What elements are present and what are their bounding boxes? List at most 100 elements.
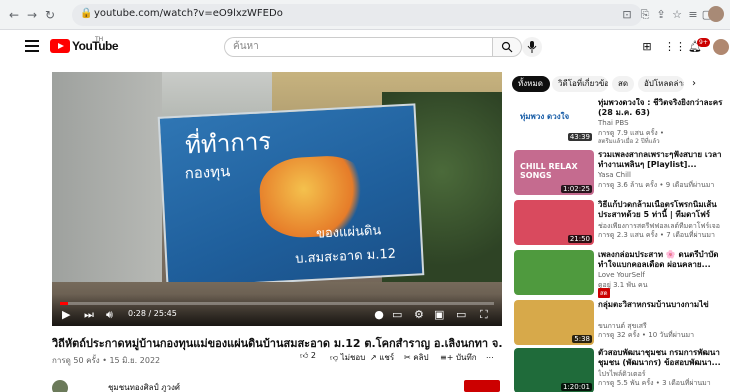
next-video-icon[interactable]: ⏭ — [84, 308, 94, 322]
dislike-button[interactable]: 👎︎ ไม่ชอบ — [330, 351, 365, 364]
subscribe-button[interactable] — [464, 380, 500, 392]
recommendation-channel[interactable]: Yasa Chill — [598, 171, 728, 179]
scissors-icon: ✂ — [404, 353, 411, 362]
recommendation-title[interactable]: กลุ่มตะวิสาหกรมบ้านบางกามไข่ — [598, 300, 728, 320]
recommendation-channel[interactable]: Thai PBS — [598, 119, 728, 127]
chip-0[interactable]: ทั้งหมด — [512, 76, 550, 92]
play-icon[interactable]: ▶ — [62, 308, 70, 322]
miniplayer-icon[interactable]: ▣ — [434, 308, 444, 322]
recommendation-meta-secondary: สตรีมแล้วเมื่อ 2 ปีที่แล้ว — [598, 138, 660, 145]
live-badge: สด — [598, 288, 610, 298]
lock-icon: 🔒 — [80, 8, 93, 19]
thumbs-up-icon: 👍︎ — [300, 351, 309, 360]
account-avatar[interactable] — [713, 39, 729, 55]
save-button[interactable]: ≡+ บันทึก — [440, 351, 477, 364]
recommendation-title[interactable]: ทุ่มพวงดวงใจ : ชีวิตจริงยิ่งกว่าละคร (28… — [598, 98, 728, 118]
region-code: TH — [95, 36, 104, 43]
recommendation-title[interactable]: รวมเพลงสากลเพราะๆฟังสบาย เวลาทำงานเพลินๆ… — [598, 150, 728, 170]
clip-button[interactable]: ✂ คลิป — [404, 351, 429, 364]
browser-toolbar: ← → ↻ 🔒 youtube.com/watch?v=eO9lxzWFEDo … — [0, 0, 730, 30]
recommendation-item[interactable]: 21:50 วิธีแก้ปวดกล้ามเนื้อตรโพรกนิ่มเส้นป… — [514, 200, 730, 248]
chip-1[interactable]: วิดีโอที่เกี่ยวข้อง — [552, 76, 608, 92]
fullscreen-icon[interactable]: ⛶ — [480, 308, 488, 322]
menu-icon[interactable] — [25, 40, 39, 52]
recommendation-item[interactable]: เพลงกล่อมประสาท 🌸 ดนตรีบำบัด ทำใจแบกคอลเ… — [514, 250, 730, 298]
recommendation-thumbnail[interactable]: ทุ่มพวง ดวงใจ 43:39 — [514, 98, 594, 143]
address-bar[interactable]: 🔒 youtube.com/watch?v=eO9lxzWFEDo — [72, 4, 642, 26]
reload-icon[interactable]: ↻ — [42, 7, 58, 23]
share-page-icon[interactable]: ⇪ — [654, 8, 668, 22]
recommendation-thumbnail[interactable]: CHILL RELAX SONGS 1:02:25 — [514, 150, 594, 195]
volume-icon[interactable]: 🔊︎ — [106, 308, 113, 322]
youtube-logo-icon[interactable] — [50, 39, 70, 53]
sign-text-line2: กองทุน — [184, 162, 231, 183]
subtitles-icon[interactable]: ▭ — [392, 308, 402, 322]
search-button[interactable] — [492, 37, 522, 57]
microphone-icon — [527, 41, 537, 53]
video-title: วิถีหัตถ์ประกาดหมู่บ้านกองทุนแม่ของแผ่นด… — [52, 337, 502, 350]
back-arrow-icon[interactable]: ← — [6, 7, 22, 23]
sign-text-line3: ของแผ่นดิน — [315, 223, 382, 242]
share-label: แชร์ — [379, 353, 395, 362]
thumbnail-caption: ทุ่มพวง ดวงใจ — [520, 112, 570, 121]
chevron-right-icon[interactable]: › — [686, 76, 702, 92]
player-controls: ▶ ⏭ 🔊︎ 0:28 / 25:45 ● ▭ ⚙ ▣ ▭ ⛶ — [52, 294, 502, 326]
reading-list-icon[interactable]: ≡ — [686, 8, 700, 22]
video-player[interactable]: ที่ทำการ กองทุน ของแผ่นดิน บ.สมสะอาด ม.1… — [52, 72, 502, 326]
bookmark-star-icon[interactable]: ☆ — [670, 8, 684, 22]
chip-3[interactable]: อัปโหลดล่าสุด — [638, 76, 684, 92]
dislike-label: ไม่ชอบ — [340, 353, 366, 362]
thumbnail-caption: CHILL RELAX SONGS — [520, 162, 578, 180]
recommendation-thumbnail[interactable]: 21:50 — [514, 200, 594, 245]
sign-text-line1: ที่ทำการ — [184, 126, 272, 160]
progress-bar-fill — [60, 302, 68, 305]
theater-mode-icon[interactable]: ▭ — [456, 308, 466, 322]
save-label: บันทึก — [455, 353, 477, 362]
autoplay-toggle[interactable]: ● — [370, 308, 388, 322]
recommendation-item[interactable]: 1:20:01 ตัวสอบพัฒนาชุมชน กรมการพัฒนาชุมชน… — [514, 348, 730, 392]
forward-arrow-icon[interactable]: → — [24, 7, 40, 23]
search-input[interactable]: ค้นหา — [224, 37, 492, 57]
like-count: 2 — [310, 351, 317, 360]
create-video-icon[interactable]: ⊞ — [640, 40, 654, 54]
recommendation-meta: การดู 32 ครั้ง • 10 วันที่ผ่านมา — [598, 331, 695, 339]
video-sign-board: ที่ทำการ กองทุน ของแผ่นดิน บ.สมสะอาด ม.1… — [157, 103, 425, 289]
translate-icon[interactable]: ⎘ — [638, 8, 652, 22]
recommendation-item[interactable]: 5:38 กลุ่มตะวิสาหกรมบ้านบางกามไข่ ขนกานต์ … — [514, 300, 730, 348]
recommendation-channel[interactable]: Love YourSelf — [598, 271, 728, 279]
youtube-header: YouTube TH ค้นหา ⊞ ⋮⋮ 🔔︎ 9+ — [0, 30, 730, 64]
more-actions-button[interactable]: ... — [486, 351, 494, 360]
sign-text-line4: บ.สมสะอาด ม.12 — [294, 246, 397, 267]
video-frame: ที่ทำการ กองทุน ของแผ่นดิน บ.สมสะอาด ม.1… — [52, 72, 502, 326]
duration-badge: 1:20:01 — [561, 383, 592, 391]
recommendation-meta: การดู 5.5 พัน ครั้ง • 3 เดือนที่ผ่านมา — [598, 379, 711, 387]
notification-count-badge: 9+ — [697, 38, 710, 47]
recommendation-thumbnail[interactable] — [514, 250, 594, 295]
apps-grid-icon[interactable]: ⋮⋮ — [664, 40, 686, 54]
share-button[interactable]: ↗ แชร์ — [370, 351, 394, 364]
share-arrow-icon: ↗ — [370, 353, 377, 362]
recommendation-item[interactable]: ทุ่มพวง ดวงใจ 43:39 ทุ่มพวงดวงใจ : ชีวิตจร… — [514, 98, 730, 146]
recommendation-title[interactable]: วิธีแก้ปวดกล้ามเนื้อตรโพรกนิ่มเส้นประสาท… — [598, 200, 728, 220]
like-button[interactable]: 👍︎ 2 — [300, 351, 316, 361]
clip-label: คลิป — [413, 353, 429, 362]
recommendation-meta: การดู 3.6 ล้าน ครั้ง • 9 เดือนที่ผ่านมา — [598, 181, 715, 189]
browser-profile-avatar[interactable] — [708, 6, 724, 22]
progress-bar[interactable] — [60, 302, 494, 305]
recommendation-item[interactable]: CHILL RELAX SONGS 1:02:25 รวมเพลงสากลเพราะ… — [514, 150, 730, 198]
time-display: 0:28 / 25:45 — [128, 309, 177, 318]
recommendation-title[interactable]: ตัวสอบพัฒนาชุมชน กรมการพัฒนาชุมชน (พัฒนา… — [598, 348, 728, 368]
recommendation-thumbnail[interactable]: 1:20:01 — [514, 348, 594, 392]
duration-badge: 21:50 — [567, 235, 592, 243]
channel-avatar[interactable] — [52, 380, 68, 392]
recommendation-thumbnail[interactable]: 5:38 — [514, 300, 594, 345]
settings-gear-icon[interactable]: ⚙ — [414, 308, 424, 322]
chip-2[interactable]: สด — [612, 76, 634, 92]
google-lens-icon[interactable]: ⊡ — [620, 8, 634, 22]
channel-name[interactable]: ชุมชนทองศิลป์ ภูวงศ์ — [108, 381, 180, 392]
recommendation-meta: การดู 2.3 แสน ครั้ง • 7 เดือนที่ผ่านมา — [598, 231, 715, 239]
voice-search-button[interactable] — [522, 37, 542, 57]
video-view-count-date[interactable]: การดู 50 ครั้ง • 15 มิ.ย. 2022 — [52, 354, 160, 367]
thumbs-down-icon: 👎︎ — [330, 353, 339, 362]
recommendation-title[interactable]: เพลงกล่อมประสาท 🌸 ดนตรีบำบัด ทำใจแบกคอลเ… — [598, 250, 728, 270]
